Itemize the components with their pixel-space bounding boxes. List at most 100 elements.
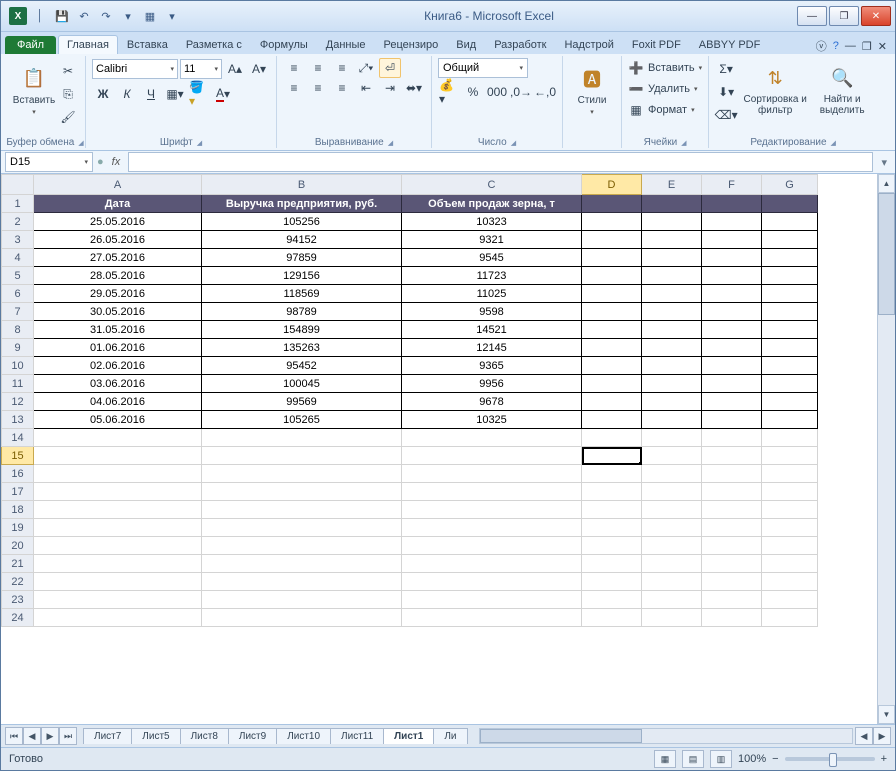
cell[interactable] [402,429,582,447]
hscroll-left-icon[interactable]: ◀ [855,727,873,745]
cell[interactable]: Выручка предприятия, руб. [202,195,402,213]
cell[interactable]: 105265 [202,411,402,429]
zoom-out-icon[interactable]: − [772,753,778,765]
close-button[interactable]: ✕ [861,6,891,26]
cell[interactable] [642,537,702,555]
row-header[interactable]: 19 [2,519,34,537]
font-size-combo[interactable]: 11▾ [180,59,222,79]
cell[interactable] [582,195,642,213]
cell[interactable]: 04.06.2016 [34,393,202,411]
cell[interactable] [702,393,762,411]
redo-icon[interactable]: ↷ [97,7,115,25]
cell[interactable]: 99569 [202,393,402,411]
cell[interactable] [762,465,818,483]
cell[interactable] [762,429,818,447]
qat-dd-icon[interactable]: ▾ [163,7,181,25]
qat-extra-icon[interactable]: ▦ [141,7,159,25]
cell[interactable]: 95452 [202,357,402,375]
cell[interactable]: 12145 [402,339,582,357]
cell[interactable]: 27.05.2016 [34,249,202,267]
fill-color-button[interactable]: 🪣▾ [188,83,210,105]
cell[interactable] [702,375,762,393]
hscroll-right-icon[interactable]: ▶ [873,727,891,745]
find-select-button[interactable]: 🔍 Найти и выделить [813,58,871,122]
cell[interactable] [202,519,402,537]
cell[interactable] [702,591,762,609]
cell[interactable] [702,519,762,537]
row-header[interactable]: 12 [2,393,34,411]
cell[interactable] [762,501,818,519]
cell[interactable] [582,465,642,483]
tab-addins[interactable]: Надстрой [555,35,622,54]
sheet-tab[interactable]: Лист7 [83,728,132,744]
cell[interactable] [642,195,702,213]
cell[interactable] [34,483,202,501]
cell[interactable] [702,231,762,249]
tab-developer[interactable]: Разработк [485,35,555,54]
doc-min-icon[interactable]: — [845,40,856,52]
cell[interactable] [582,537,642,555]
row-header[interactable]: 11 [2,375,34,393]
cell[interactable]: 9678 [402,393,582,411]
cell[interactable]: 29.05.2016 [34,285,202,303]
cell[interactable] [642,231,702,249]
cell[interactable] [642,249,702,267]
border-button[interactable]: ▦▾ [164,83,186,105]
cell[interactable] [34,591,202,609]
cell[interactable] [582,447,642,465]
cell[interactable] [582,555,642,573]
comma-icon[interactable]: 000 [486,81,508,103]
orientation-icon[interactable]: ⤢▾ [355,58,377,78]
clear-icon[interactable]: ⌫▾ [715,104,737,126]
paste-button[interactable]: 📋 Вставить ▾ [11,58,57,122]
row-header[interactable]: 5 [2,267,34,285]
row-header[interactable]: 15 [2,447,34,465]
cell[interactable] [642,501,702,519]
tab-file[interactable]: Файл [5,36,56,54]
row-header[interactable]: 7 [2,303,34,321]
cell[interactable]: 03.06.2016 [34,375,202,393]
cell[interactable] [702,555,762,573]
cell[interactable] [762,357,818,375]
cell[interactable] [582,303,642,321]
cell[interactable] [642,429,702,447]
font-name-combo[interactable]: Calibri▾ [92,59,178,79]
cell[interactable] [582,285,642,303]
inc-decimal-icon[interactable]: ,0→ [510,81,532,103]
cell[interactable] [582,591,642,609]
cell[interactable] [762,393,818,411]
cell[interactable]: 135263 [202,339,402,357]
row-header[interactable]: 16 [2,465,34,483]
format-cells-button[interactable]: ▦Формат▾ [628,100,702,120]
row-header[interactable]: 14 [2,429,34,447]
align-left-icon[interactable]: ≡ [283,78,305,98]
cell[interactable]: 9956 [402,375,582,393]
column-header[interactable]: F [702,175,762,195]
sheet-nav-first-icon[interactable]: ⏮ [5,727,23,745]
currency-icon[interactable]: 💰▾ [438,81,460,103]
cell[interactable] [34,447,202,465]
cell[interactable] [762,213,818,231]
cell[interactable] [402,573,582,591]
cut-icon[interactable]: ✂ [57,60,79,82]
cell[interactable] [642,357,702,375]
cell[interactable] [582,573,642,591]
formula-input[interactable] [128,152,873,172]
cell[interactable] [702,213,762,231]
cell[interactable] [762,573,818,591]
minimize-button[interactable]: — [797,6,827,26]
cell[interactable] [702,411,762,429]
sheet-nav-prev-icon[interactable]: ◀ [23,727,41,745]
delete-cells-button[interactable]: ➖Удалить▾ [628,79,702,99]
cell[interactable] [762,447,818,465]
tab-insert[interactable]: Вставка [118,35,177,54]
save-icon[interactable]: 💾 [53,7,71,25]
percent-icon[interactable]: % [462,81,484,103]
row-header[interactable]: 6 [2,285,34,303]
cell[interactable] [582,519,642,537]
cell[interactable] [582,483,642,501]
sheet-tab[interactable]: Лист5 [131,728,180,744]
cell[interactable] [202,465,402,483]
cell[interactable]: 26.05.2016 [34,231,202,249]
vscroll-thumb[interactable] [878,193,895,315]
